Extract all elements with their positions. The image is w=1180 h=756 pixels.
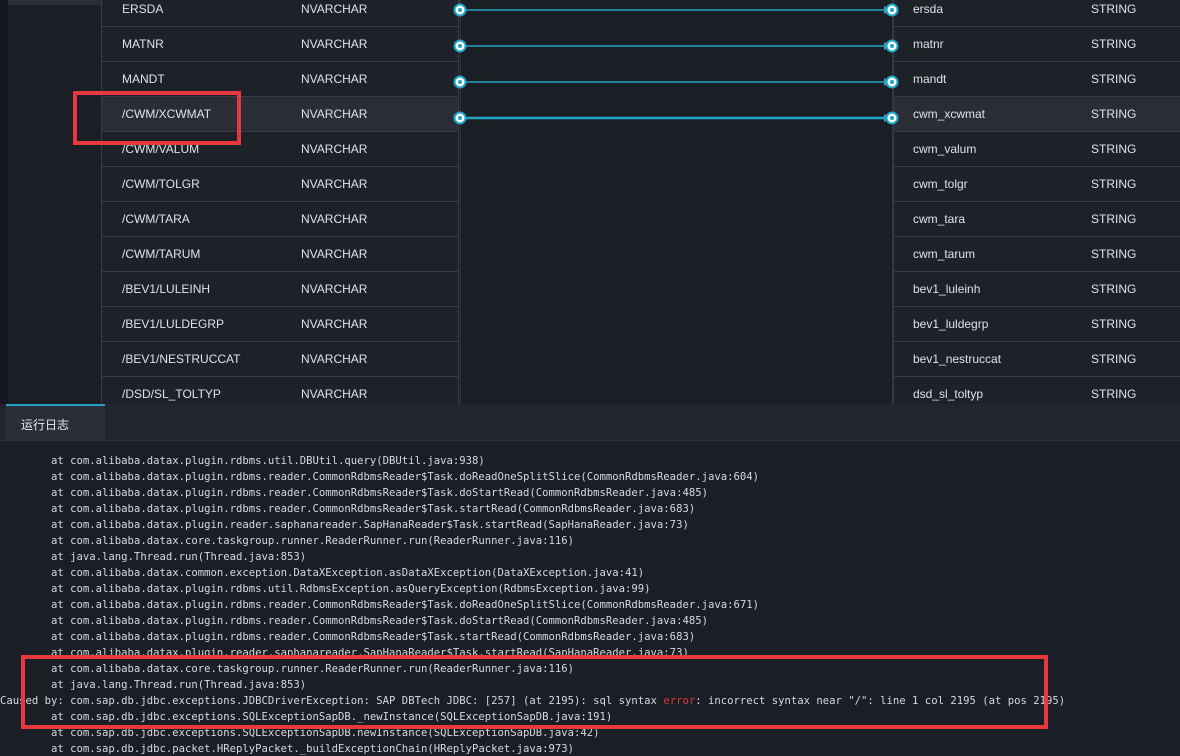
target-field-name: dsd_sl_toltyp <box>913 387 984 401</box>
source-field-type: NVARCHAR <box>301 317 368 331</box>
target-field-row[interactable]: ersda STRING <box>893 0 1180 27</box>
source-field-name: ERSDA <box>122 2 164 16</box>
highlight-box-error <box>21 655 1048 729</box>
source-field-name: /BEV1/LULEINH <box>122 282 211 296</box>
mapping-link-area <box>460 0 892 404</box>
target-field-type: STRING <box>1091 142 1137 156</box>
target-field-name: cwm_tarum <box>913 247 976 261</box>
source-field-row[interactable]: /CWM/TARUM NVARCHAR <box>101 237 459 272</box>
source-field-name: MATNR <box>122 37 164 51</box>
target-field-table: ersda STRING matnr STRING mandt STRING cwm_xcw… <box>893 0 1180 404</box>
target-field-name: ersda <box>913 2 944 16</box>
log-line: at com.alibaba.datax.common.exception.Da… <box>0 567 645 579</box>
source-field-type: NVARCHAR <box>301 2 368 16</box>
target-field-row[interactable]: cwm_tara STRING <box>893 202 1180 237</box>
source-field-row[interactable]: /BEV1/NESTRUCCAT NVARCHAR <box>101 342 459 377</box>
log-line: at com.alibaba.datax.plugin.rdbms.reader… <box>0 615 708 627</box>
source-field-type: NVARCHAR <box>301 212 368 226</box>
source-field-type: NVARCHAR <box>301 72 368 86</box>
log-line: at com.alibaba.datax.plugin.rdbms.reader… <box>0 487 708 499</box>
source-field-type: NVARCHAR <box>301 37 368 51</box>
source-field-row[interactable]: MATNR NVARCHAR <box>101 27 459 62</box>
target-field-type: STRING <box>1091 282 1137 296</box>
log-line: at java.lang.Thread.run(Thread.java:853) <box>0 551 307 563</box>
source-field-row[interactable]: ERSDA NVARCHAR <box>101 0 459 27</box>
target-field-row[interactable]: bev1_luldegrp STRING <box>893 307 1180 342</box>
source-field-name: /BEV1/NESTRUCCAT <box>122 352 241 366</box>
target-field-row[interactable]: bev1_nestruccat STRING <box>893 342 1180 377</box>
source-field-name: /CWM/TARA <box>122 212 190 226</box>
log-tabbar: 运行日志 <box>0 404 1180 441</box>
source-field-type: NVARCHAR <box>301 352 368 366</box>
target-field-row[interactable]: cwm_tarum STRING <box>893 237 1180 272</box>
log-line: at com.alibaba.datax.core.taskgroup.runn… <box>0 535 575 547</box>
tab-run-log[interactable]: 运行日志 <box>6 404 105 440</box>
log-line: at com.alibaba.datax.plugin.rdbms.reader… <box>0 599 759 611</box>
target-field-name: bev1_nestruccat <box>913 352 1002 366</box>
source-field-name: /BEV1/LULDEGRP <box>122 317 225 331</box>
log-line: at com.alibaba.datax.plugin.rdbms.util.D… <box>0 455 485 467</box>
target-field-name: cwm_xcwmat <box>913 107 986 121</box>
target-field-row[interactable]: cwm_tolgr STRING <box>893 167 1180 202</box>
log-line: at com.alibaba.datax.plugin.rdbms.reader… <box>0 471 759 483</box>
source-field-type: NVARCHAR <box>301 247 368 261</box>
target-field-name: mandt <box>913 72 947 86</box>
source-field-name: /CWM/TOLGR <box>122 177 200 191</box>
target-field-row[interactable]: cwm_xcwmat STRING <box>893 97 1180 132</box>
target-field-type: STRING <box>1091 247 1137 261</box>
target-field-name: cwm_tolgr <box>913 177 968 191</box>
target-field-row[interactable]: mandt STRING <box>893 62 1180 97</box>
target-field-name: bev1_luldegrp <box>913 317 989 331</box>
source-field-row[interactable]: /CWM/TOLGR NVARCHAR <box>101 167 459 202</box>
source-field-row[interactable]: /BEV1/LULDEGRP NVARCHAR <box>101 307 459 342</box>
target-field-name: cwm_valum <box>913 142 977 156</box>
target-field-name: bev1_luleinh <box>913 282 981 296</box>
source-field-type: NVARCHAR <box>301 177 368 191</box>
source-divider <box>460 0 461 404</box>
log-line: at com.alibaba.datax.plugin.rdbms.reader… <box>0 631 696 643</box>
log-line: at com.alibaba.datax.plugin.rdbms.reader… <box>0 503 696 515</box>
target-field-type: STRING <box>1091 212 1137 226</box>
target-field-row[interactable]: cwm_valum STRING <box>893 132 1180 167</box>
target-field-type: STRING <box>1091 107 1137 121</box>
target-field-name: matnr <box>913 37 944 51</box>
source-field-row[interactable]: /CWM/TARA NVARCHAR <box>101 202 459 237</box>
source-field-type: NVARCHAR <box>301 282 368 296</box>
source-field-name: MANDT <box>122 72 165 86</box>
field-mapping-panel: ERSDA NVARCHAR MATNR NVARCHAR MANDT NVARCHAR /… <box>0 0 1180 404</box>
target-field-type: STRING <box>1091 387 1137 401</box>
source-field-name: /CWM/TARUM <box>122 247 201 261</box>
source-field-type: NVARCHAR <box>301 387 368 401</box>
target-field-type: STRING <box>1091 2 1137 16</box>
source-field-type: NVARCHAR <box>301 142 368 156</box>
log-line: at com.sap.db.jdbc.packet.HReplyPacket._… <box>0 743 575 755</box>
log-line: at com.alibaba.datax.plugin.reader.sapha… <box>0 519 689 531</box>
target-field-type: STRING <box>1091 317 1137 331</box>
highlight-box-source-field <box>73 91 241 145</box>
target-field-type: STRING <box>1091 352 1137 366</box>
target-field-row[interactable]: dsd_sl_toltyp STRING <box>893 377 1180 404</box>
target-field-row[interactable]: matnr STRING <box>893 27 1180 62</box>
source-field-row[interactable]: /BEV1/LULEINH NVARCHAR <box>101 272 459 307</box>
target-field-name: cwm_tara <box>913 212 966 226</box>
target-field-row[interactable]: bev1_luleinh STRING <box>893 272 1180 307</box>
tab-run-log-label: 运行日志 <box>21 418 70 432</box>
source-field-name: /DSD/SL_TOLTYP <box>122 387 221 401</box>
target-field-type: STRING <box>1091 37 1137 51</box>
target-field-type: STRING <box>1091 177 1137 191</box>
log-line: at com.alibaba.datax.plugin.rdbms.util.R… <box>0 583 651 595</box>
target-field-type: STRING <box>1091 72 1137 86</box>
source-field-row[interactable]: /DSD/SL_TOLTYP NVARCHAR <box>101 377 459 404</box>
source-field-type: NVARCHAR <box>301 107 368 121</box>
source-field-table: ERSDA NVARCHAR MATNR NVARCHAR MANDT NVARCHAR /… <box>101 0 459 404</box>
